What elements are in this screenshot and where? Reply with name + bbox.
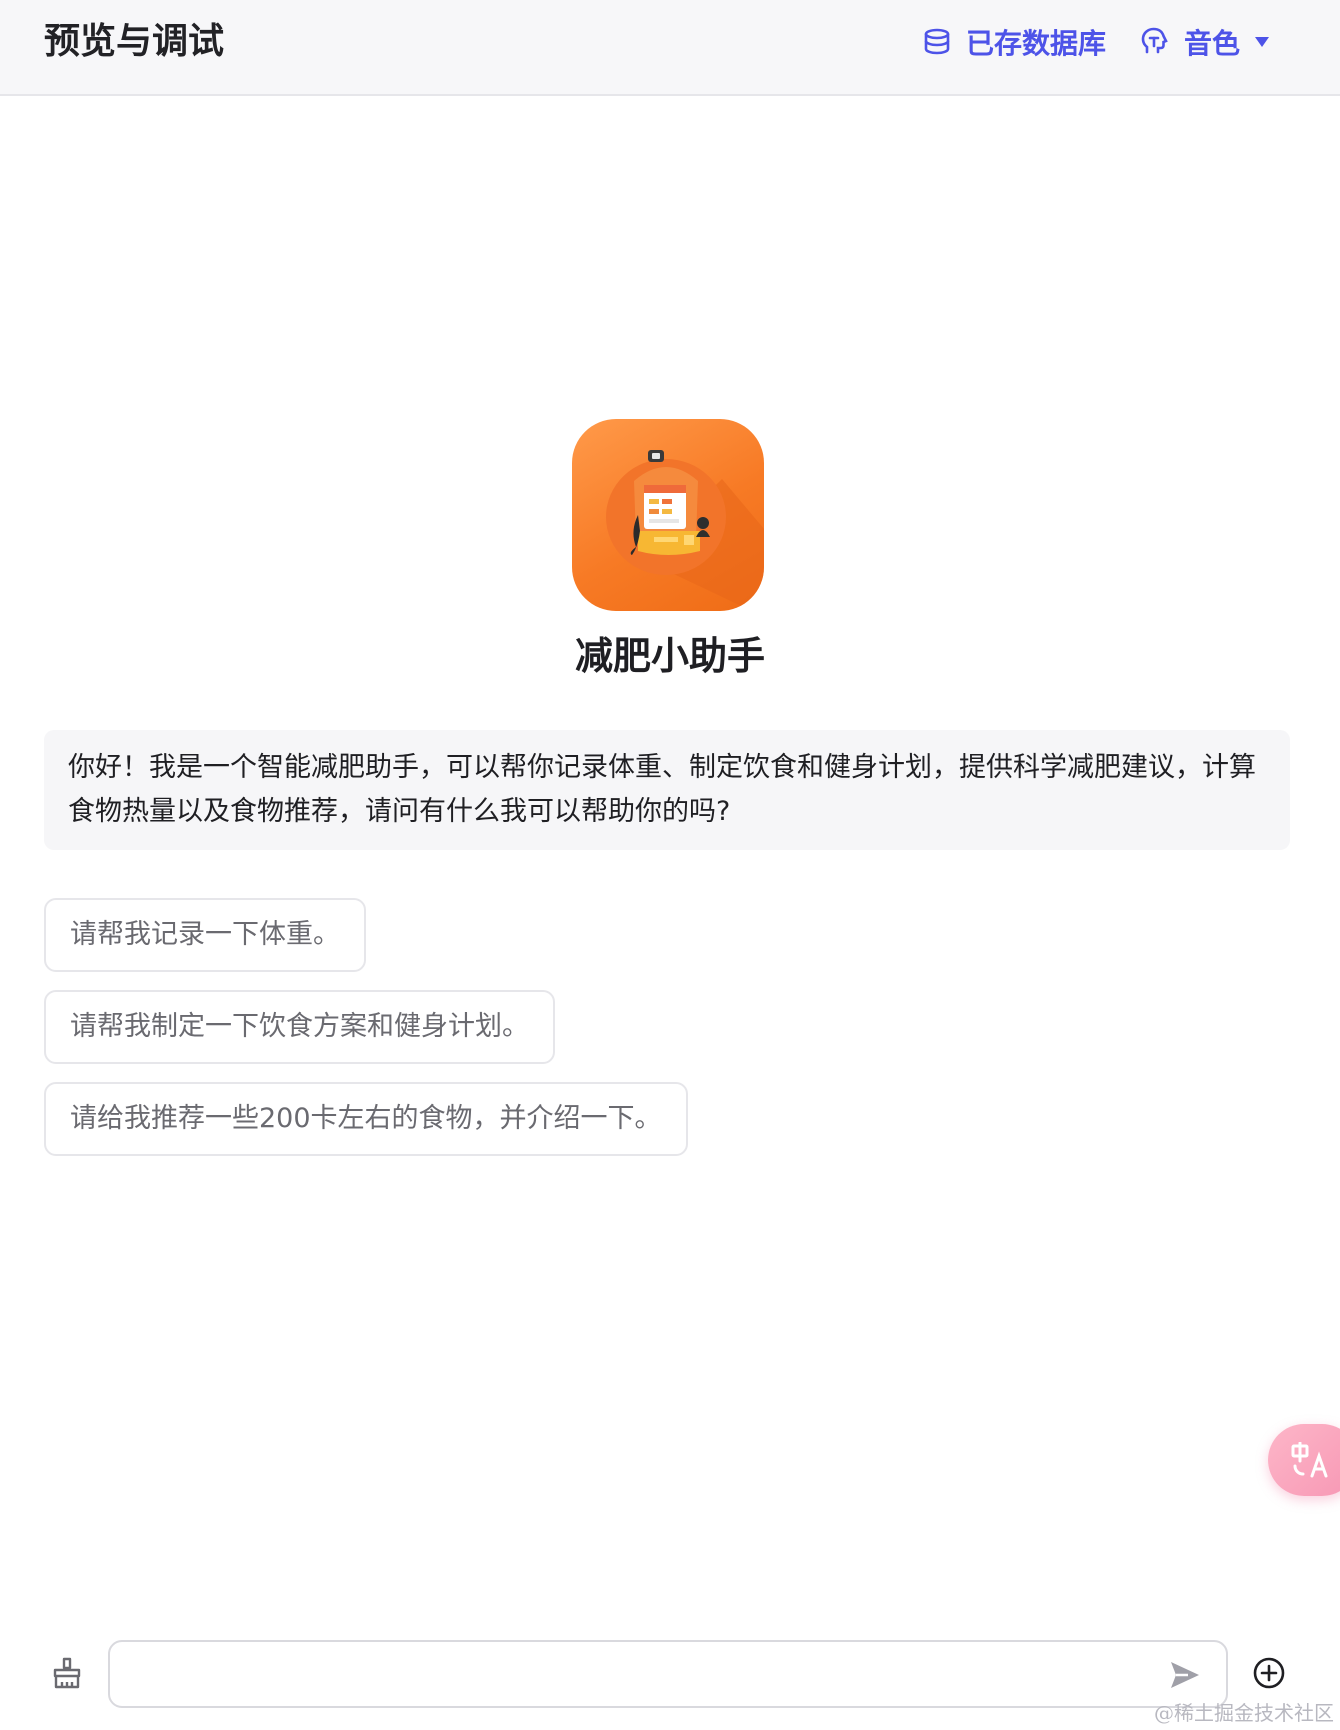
voice-tone-icon — [1138, 26, 1170, 58]
robot-cashier-avatar-icon — [606, 450, 764, 611]
database-icon — [922, 27, 952, 57]
suggestion-item[interactable]: 请帮我制定一下饮食方案和健身计划。 — [44, 990, 555, 1064]
suggestion-item[interactable]: 请给我推荐一些200卡左右的食物，并介绍一下。 — [44, 1082, 688, 1156]
suggestion-item[interactable]: 请帮我记录一下体重。 — [44, 898, 366, 972]
bot-name: 减肥小助手 — [574, 634, 765, 678]
header-actions: 已存数据库 音色 — [922, 22, 1270, 62]
send-button[interactable] — [1168, 1658, 1202, 1692]
watermark: @稀土掘金技术社区 — [1154, 1701, 1334, 1725]
caret-down-icon — [1254, 35, 1270, 49]
voice-label: 音色 — [1183, 27, 1240, 60]
plus-circle-icon — [1252, 1656, 1286, 1690]
clear-context-button[interactable] — [50, 1656, 84, 1690]
voice-dropdown[interactable]: 音色 — [1138, 22, 1270, 62]
suggestion-list: 请帮我记录一下体重。 请帮我制定一下饮食方案和健身计划。 请给我推荐一些200卡… — [44, 898, 688, 1174]
message-input-box[interactable] — [108, 1640, 1228, 1708]
broom-icon — [50, 1656, 84, 1690]
add-button[interactable] — [1252, 1656, 1286, 1690]
page-title: 预览与调试 — [44, 21, 225, 62]
message-composer — [0, 1630, 1340, 1730]
bot-avatar — [572, 419, 764, 611]
header-bar: 预览与调试 已存数据库 音色 — [0, 0, 1340, 96]
database-label: 已存数据库 — [965, 27, 1106, 60]
send-icon — [1168, 1658, 1202, 1692]
translate-icon — [1290, 1442, 1330, 1478]
message-input[interactable] — [126, 1652, 1130, 1698]
database-button[interactable]: 已存数据库 — [922, 22, 1106, 62]
translate-button[interactable] — [1268, 1424, 1340, 1496]
welcome-message: 你好！我是一个智能减肥助手，可以帮你记录体重、制定饮食和健身计划，提供科学减肥建… — [44, 730, 1290, 850]
